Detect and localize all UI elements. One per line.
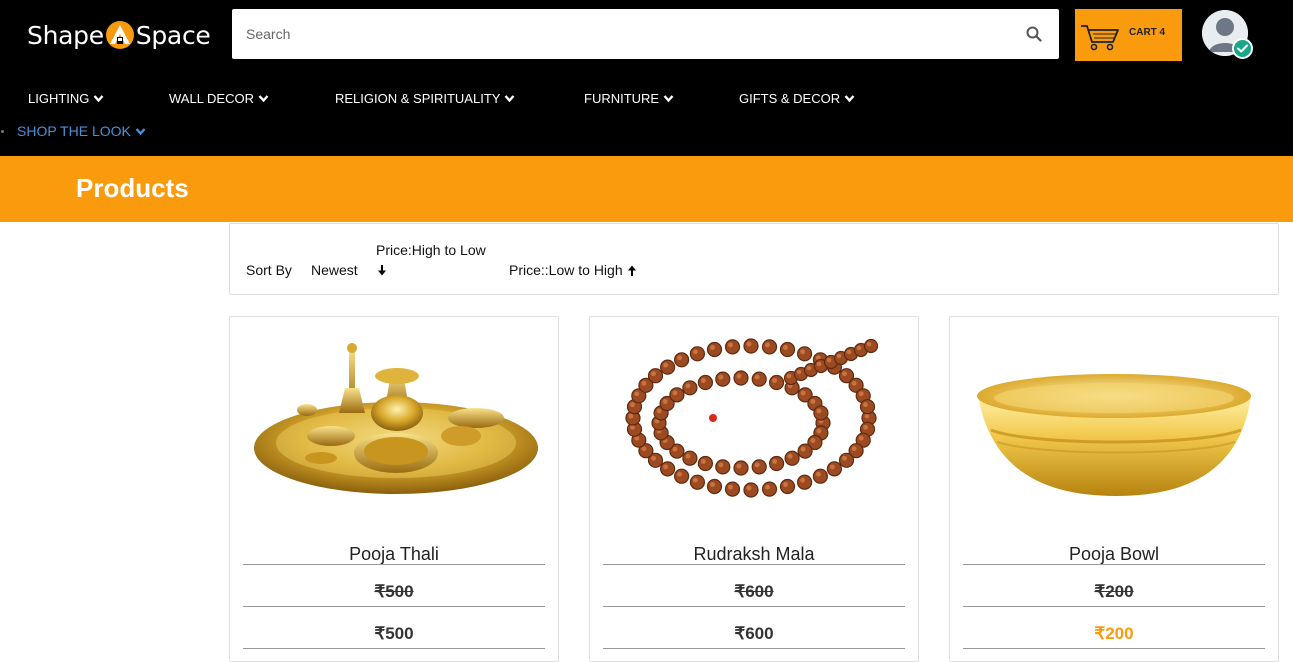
- verified-check-icon: [1237, 44, 1248, 53]
- nav-item-label: LIGHTING: [28, 91, 90, 106]
- sort-by-label: Sort By: [246, 262, 292, 278]
- original-price: ₹200: [1094, 582, 1134, 601]
- verified-badge: [1232, 38, 1253, 59]
- chevron-down-icon: [94, 95, 104, 103]
- site-header: Shape Space CART 4: [0, 0, 1293, 156]
- nav-item-shop-the-look[interactable]: SHOP THE LOOK: [17, 123, 146, 139]
- cart-label: CART 4: [1129, 27, 1166, 38]
- search-input[interactable]: [232, 9, 1012, 59]
- logo-text-right: Space: [135, 20, 211, 50]
- sale-price: ₹600: [734, 624, 774, 643]
- product-name[interactable]: Pooja Thali: [243, 544, 545, 565]
- original-price: ₹500: [374, 582, 414, 601]
- nav-item-lighting[interactable]: LIGHTING: [28, 91, 104, 106]
- divider: [243, 606, 545, 607]
- site-logo[interactable]: Shape Space: [27, 17, 211, 53]
- divider: [963, 606, 1265, 607]
- divider: [603, 606, 905, 607]
- search-bar: [232, 9, 1059, 59]
- product-card-pooja-thali[interactable]: Pooja Thali ₹500 ₹500: [229, 316, 559, 662]
- sort-option-label: Price::Low to High: [509, 262, 623, 278]
- page-title: Products: [76, 173, 189, 203]
- product-name[interactable]: Pooja Bowl: [963, 544, 1265, 565]
- nav-item-religion-spirituality[interactable]: RELIGION & SPIRITUALITY: [335, 91, 515, 106]
- nav-bullet: [1, 130, 4, 133]
- divider: [603, 648, 905, 649]
- sort-price-high-to-low[interactable]: Price:High to Low: [376, 242, 486, 276]
- divider: [963, 564, 1265, 565]
- divider: [603, 564, 905, 565]
- chevron-down-icon: [258, 95, 269, 103]
- brass-pooja-bowl-image[interactable]: [951, 318, 1277, 528]
- chevron-down-icon: [844, 95, 855, 103]
- sort-option-label: Price:High to Low: [376, 242, 486, 258]
- cart-icon: [1081, 25, 1119, 51]
- nav-item-wall-decor[interactable]: WALL DECOR: [169, 91, 269, 106]
- sort-newest[interactable]: Newest: [311, 262, 358, 278]
- product-card-rudraksh-mala[interactable]: Rudraksh Mala ₹600 ₹600: [589, 316, 919, 662]
- product-name[interactable]: Rudraksh Mala: [603, 544, 905, 565]
- arrow-up-icon: [627, 265, 636, 276]
- page-title-band: Products: [0, 156, 1293, 222]
- nav-item-label: SHOP THE LOOK: [17, 123, 131, 139]
- sort-price-low-to-high[interactable]: Price::Low to High: [509, 262, 637, 278]
- nav-item-furniture[interactable]: FURNITURE: [584, 91, 674, 106]
- chevron-down-icon: [135, 127, 146, 135]
- chevron-down-icon: [505, 95, 515, 103]
- product-card-pooja-bowl[interactable]: Pooja Bowl ₹200 ₹200: [949, 316, 1279, 662]
- sort-bar: Sort By Newest Price:High to Low Price::…: [229, 223, 1279, 295]
- chevron-down-icon: [663, 95, 674, 103]
- logo-text-left: Shape: [27, 20, 104, 50]
- logo-a-icon: [105, 21, 134, 49]
- arrow-down-icon: [378, 265, 386, 276]
- search-icon[interactable]: [1026, 26, 1042, 42]
- rudraksh-mala-image[interactable]: [591, 318, 917, 528]
- original-price: ₹600: [734, 582, 774, 601]
- brass-pooja-thali-image[interactable]: [231, 318, 557, 528]
- divider: [243, 648, 545, 649]
- nav-item-label: WALL DECOR: [169, 91, 254, 106]
- nav-item-gifts-decor[interactable]: GIFTS & DECOR: [739, 91, 855, 106]
- nav-item-label: GIFTS & DECOR: [739, 91, 841, 106]
- divider: [963, 648, 1265, 649]
- sale-price: ₹500: [374, 624, 414, 643]
- cart-button[interactable]: CART 4: [1075, 9, 1182, 61]
- sale-price: ₹200: [1094, 624, 1134, 643]
- nav-item-label: FURNITURE: [584, 91, 660, 106]
- nav-item-label: RELIGION & SPIRITUALITY: [335, 91, 501, 106]
- divider: [243, 564, 545, 565]
